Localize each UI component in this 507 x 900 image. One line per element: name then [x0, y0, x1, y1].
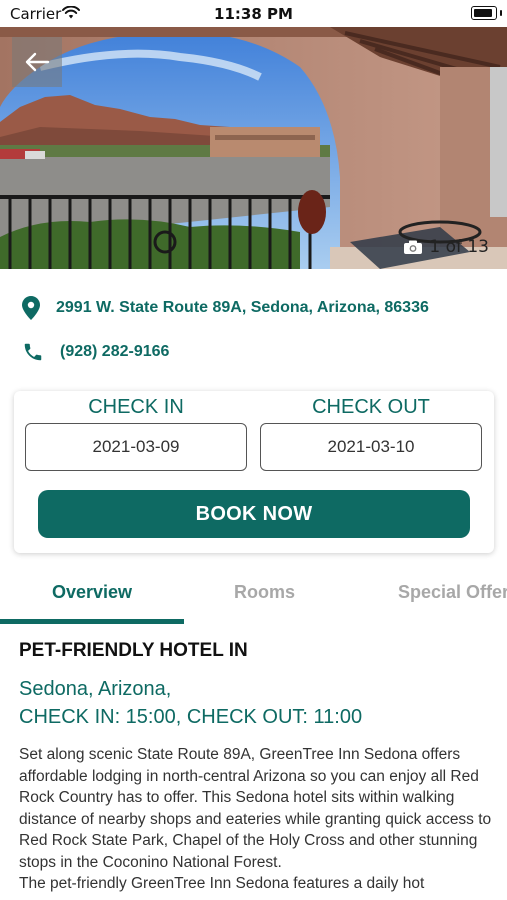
tab-bar: Overview Rooms Special Offers: [0, 573, 507, 625]
check-in-label: CHECK IN: [88, 396, 184, 418]
battery-icon: [471, 6, 497, 20]
booking-card: CHECK IN CHECK OUT 2021-03-09 2021-03-10…: [14, 391, 494, 553]
back-button[interactable]: [12, 37, 62, 87]
hotel-address[interactable]: 2991 W. State Route 89A, Sedona, Arizona…: [56, 299, 429, 317]
phone-icon: [24, 343, 42, 361]
check-out-date-field[interactable]: 2021-03-10: [260, 423, 482, 471]
overview-paragraph-2: The pet-friendly GreenTree Inn Sedona fe…: [19, 875, 425, 892]
camera-icon: [404, 240, 423, 254]
overview-paragraph-1: Set along scenic State Route 89A, GreenT…: [19, 746, 492, 871]
overview-checkin-times: CHECK IN: 15:00, CHECK OUT: 11:00: [19, 706, 363, 728]
hotel-photo-gallery[interactable]: 1 of 13: [0, 27, 507, 269]
overview-headline: PET-FRIENDLY HOTEL IN: [19, 640, 248, 661]
active-tab-indicator: [0, 619, 184, 624]
status-bar: Carrier 11:38 PM: [0, 0, 507, 27]
hotel-photo: [0, 27, 507, 269]
tab-overview[interactable]: Overview: [52, 582, 132, 603]
book-now-button[interactable]: BOOK NOW: [38, 490, 470, 538]
overview-description: Set along scenic State Route 89A, GreenT…: [19, 744, 495, 895]
tab-special-offers[interactable]: Special Offers: [398, 582, 507, 603]
address-row[interactable]: 2991 W. State Route 89A, Sedona, Arizona…: [22, 296, 429, 320]
check-in-date-field[interactable]: 2021-03-09: [25, 423, 247, 471]
location-pin-icon: [22, 296, 40, 320]
phone-row[interactable]: (928) 282-9166: [22, 341, 169, 363]
back-arrow-icon: [25, 52, 50, 72]
overview-location: Sedona, Arizona,: [19, 678, 172, 700]
photo-counter-text: 1 of 13: [429, 237, 489, 257]
clock: 11:38 PM: [214, 5, 293, 23]
photo-counter: 1 of 13: [403, 237, 489, 257]
hotel-phone[interactable]: (928) 282-9166: [60, 343, 169, 361]
tab-rooms[interactable]: Rooms: [234, 582, 295, 603]
check-out-label: CHECK OUT: [312, 396, 430, 418]
